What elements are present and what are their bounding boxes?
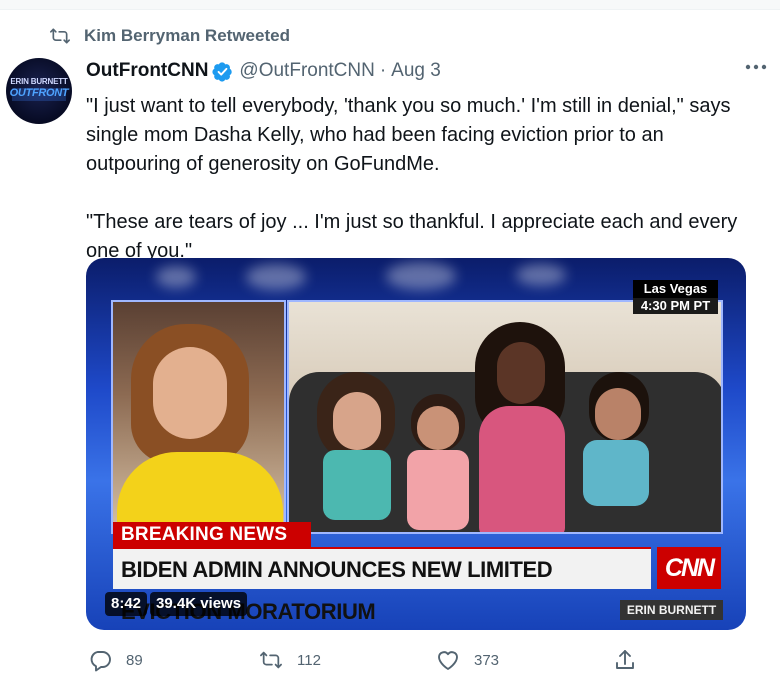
- bokeh-light: [156, 266, 196, 288]
- retweet-count: 112: [297, 651, 321, 669]
- tweet-date[interactable]: Aug 3: [391, 60, 441, 82]
- news-headline: BIDEN ADMIN ANNOUNCES NEW LIMITED EVICTI…: [113, 547, 651, 624]
- author-name[interactable]: OutFrontCNN: [86, 60, 208, 82]
- location-tag: Las Vegas: [633, 280, 718, 298]
- child3-face: [595, 388, 641, 440]
- child1-face: [333, 392, 381, 450]
- anchor-face: [153, 347, 227, 439]
- retweet-button[interactable]: 112: [257, 644, 321, 676]
- heart-icon: [434, 646, 462, 674]
- child1-shirt: [323, 450, 391, 520]
- tweet-actions: 89 112 373: [86, 644, 746, 676]
- share-icon: [611, 646, 639, 674]
- bokeh-light: [516, 264, 566, 286]
- child2-outfit: [407, 450, 469, 530]
- video-duration: 8:42: [105, 592, 148, 616]
- anchor-name-tag: ERIN BURNETT: [620, 600, 723, 620]
- video-player[interactable]: Las Vegas 4:30 PM PT BREAKING NEWS BIDEN…: [86, 258, 746, 630]
- mother-dress: [479, 406, 565, 532]
- video-views: 39.4K views: [150, 592, 248, 616]
- reply-button[interactable]: 89: [86, 644, 143, 676]
- mother-face: [497, 342, 545, 404]
- more-dots-icon: [745, 64, 767, 70]
- location-time: 4:30 PM PT: [633, 298, 718, 314]
- top-divider: [0, 0, 780, 10]
- retweet-context[interactable]: Kim Berryman Retweeted: [48, 24, 290, 48]
- tweet-text: "I just want to tell everybody, 'thank y…: [86, 95, 738, 262]
- anchor-video-frame: [111, 300, 286, 534]
- child2-face: [417, 406, 459, 450]
- retweeted-by-label: Kim Berryman Retweeted: [84, 26, 290, 45]
- breaking-news-banner: BREAKING NEWS: [113, 522, 311, 547]
- retweet-icon: [48, 24, 72, 48]
- child3-shirt: [583, 440, 649, 506]
- retweet-icon: [257, 646, 285, 674]
- bokeh-light: [386, 262, 456, 290]
- tweet-header: OutFrontCNN @OutFrontCNN · Aug 3: [86, 58, 760, 84]
- verified-badge-icon: [212, 61, 233, 82]
- cnn-logo: CNN: [657, 547, 721, 589]
- avatar[interactable]: ERIN BURNETT OUTFRONT: [6, 58, 72, 124]
- more-options-button[interactable]: [742, 57, 770, 77]
- bokeh-light: [246, 264, 306, 290]
- separator-dot: ·: [379, 60, 387, 81]
- like-button[interactable]: 373: [434, 644, 499, 676]
- reply-icon: [86, 646, 114, 674]
- share-button[interactable]: [611, 644, 639, 676]
- avatar-text-line1: ERIN BURNETT: [10, 77, 68, 86]
- avatar-text-line2: OUTFRONT: [9, 87, 69, 99]
- like-count: 373: [474, 651, 500, 669]
- reply-count: 89: [126, 651, 143, 669]
- family-video-frame: [287, 300, 723, 534]
- author-handle[interactable]: @OutFrontCNN: [239, 60, 374, 82]
